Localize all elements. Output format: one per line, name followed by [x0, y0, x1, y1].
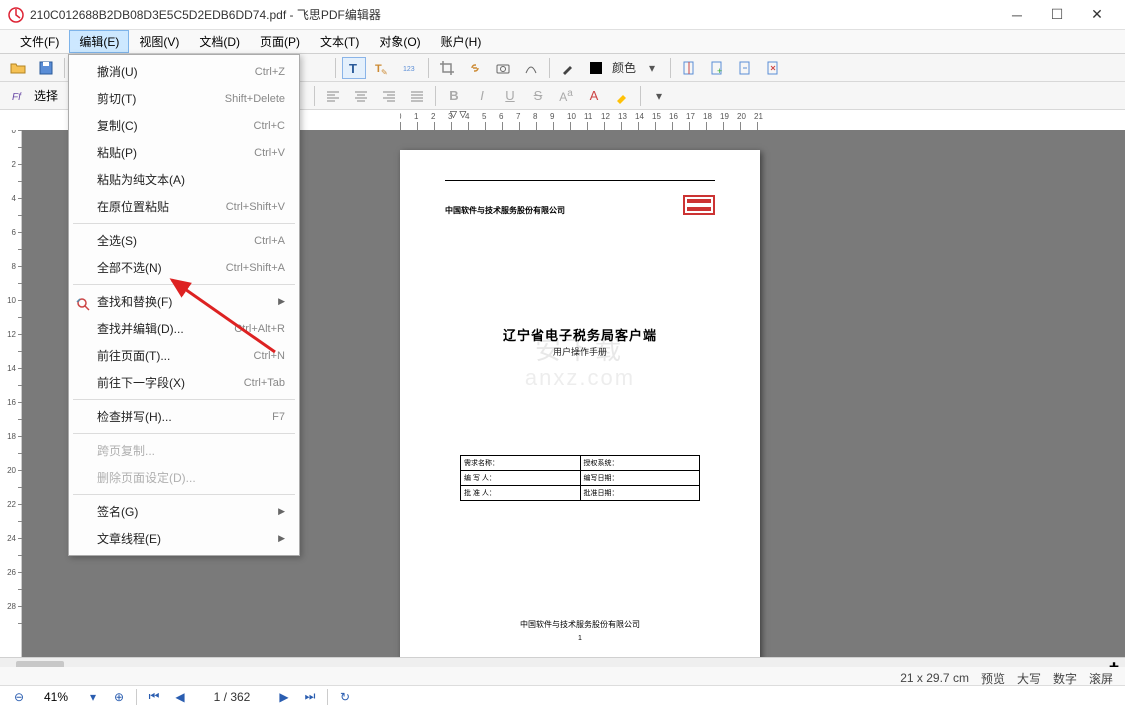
page-number: 1	[400, 635, 760, 642]
caps-label: 大写	[1017, 670, 1041, 687]
doc-subtitle: 用户操作手册	[400, 345, 760, 358]
menu-text[interactable]: 文本(T)	[310, 30, 369, 53]
font-format-icon[interactable]: Ff	[6, 85, 30, 107]
menu-delete-page-settings: 删除页面设定(D)...	[69, 464, 299, 491]
find-edit-icon	[75, 296, 93, 314]
menu-spellcheck[interactable]: 检查拼写(H)...F7	[69, 403, 299, 430]
prev-page-button[interactable]: ◀	[171, 690, 189, 704]
next-page-button[interactable]: ▶	[275, 690, 293, 704]
close-button[interactable]: ✕	[1077, 0, 1117, 30]
svg-text:T: T	[349, 61, 357, 76]
color-swatch[interactable]	[584, 57, 608, 79]
page-tool-1[interactable]	[677, 57, 701, 79]
nav-extra[interactable]: ↻	[336, 690, 354, 704]
strike-button[interactable]: S	[526, 85, 550, 107]
svg-text:123: 123	[403, 66, 415, 73]
maximize-button[interactable]: ☐	[1037, 0, 1077, 30]
zoom-value[interactable]: 41%	[36, 690, 76, 704]
menu-find-replace[interactable]: 查找和替换(F)▶	[69, 288, 299, 315]
menu-document[interactable]: 文档(D)	[189, 30, 250, 53]
window-title: 210C012688B2DB08D3E5C5D2EDB6DD74.pdf - 飞…	[30, 6, 997, 23]
company-header: 中国软件与技术服务股份有限公司	[445, 205, 565, 216]
menu-deselect-all[interactable]: 全部不选(N)Ctrl+Shift+A	[69, 254, 299, 281]
edit-dropdown: 撤消(U)Ctrl+Z 剪切(T)Shift+Delete 复制(C)Ctrl+…	[68, 54, 300, 556]
underline-button[interactable]: U	[498, 85, 522, 107]
menu-paste-plain[interactable]: 粘贴为纯文本(A)	[69, 166, 299, 193]
align-justify[interactable]	[405, 85, 429, 107]
menu-paste-inplace[interactable]: 在原位置粘贴Ctrl+Shift+V	[69, 193, 299, 220]
menu-article-thread[interactable]: 文章线程(E)▶	[69, 525, 299, 552]
more-1[interactable]: ▾	[647, 85, 671, 107]
company-footer: 中国软件与技术服务股份有限公司	[400, 619, 760, 630]
menu-object[interactable]: 对象(O)	[369, 30, 430, 53]
ruler-vertical: 0246810121416182022242628	[0, 130, 22, 657]
zoom-out-button[interactable]: ⊖	[10, 690, 28, 704]
align-left[interactable]	[321, 85, 345, 107]
menu-page[interactable]: 页面(P)	[250, 30, 310, 53]
text-tool[interactable]: T	[342, 57, 366, 79]
camera-tool[interactable]	[491, 57, 515, 79]
color-label: 颜色	[612, 59, 636, 76]
menu-copy[interactable]: 复制(C)Ctrl+C	[69, 112, 299, 139]
menu-file[interactable]: 文件(F)	[10, 30, 69, 53]
titlebar: 210C012688B2DB08D3E5C5D2EDB6DD74.pdf - 飞…	[0, 0, 1125, 30]
svg-text:✎: ✎	[381, 68, 388, 76]
superscript-button[interactable]: Aa	[554, 85, 578, 107]
bold-button[interactable]: B	[442, 85, 466, 107]
scroll-label: 滚屏	[1089, 670, 1113, 687]
num-label: 数字	[1053, 670, 1077, 687]
menu-goto-page[interactable]: 前往页面(T)...Ctrl+N	[69, 342, 299, 369]
measure-tool[interactable]	[519, 57, 543, 79]
menu-signature[interactable]: 签名(G)▶	[69, 498, 299, 525]
navbar: ⊖ 41% ▾ ⊕ ⏮ ◀ 1 / 362 ▶ ⏭ ↻	[0, 685, 1125, 707]
open-button[interactable]	[6, 57, 30, 79]
pen-tool[interactable]	[556, 57, 580, 79]
menu-view[interactable]: 视图(V)	[129, 30, 189, 53]
menu-find-edit[interactable]: 查找并编辑(D)...Ctrl+Alt+R	[69, 315, 299, 342]
menu-paste[interactable]: 粘贴(P)Ctrl+V	[69, 139, 299, 166]
first-page-button[interactable]: ⏮	[145, 689, 163, 704]
page-dimensions: 21 x 29.7 cm	[900, 671, 969, 685]
menu-cut[interactable]: 剪切(T)Shift+Delete	[69, 85, 299, 112]
menu-undo[interactable]: 撤消(U)Ctrl+Z	[69, 58, 299, 85]
menu-account[interactable]: 账户(H)	[431, 30, 492, 53]
svg-text:+: +	[717, 66, 722, 76]
app-icon	[8, 7, 24, 23]
last-page-button[interactable]: ⏭	[301, 689, 319, 704]
page-index[interactable]: 1 / 362	[197, 690, 267, 704]
link-tool[interactable]	[463, 57, 487, 79]
page-tool-3[interactable]	[733, 57, 757, 79]
stamp-icon	[683, 195, 715, 215]
page-tool-2[interactable]: +	[705, 57, 729, 79]
crop-tool[interactable]	[435, 57, 459, 79]
zoom-in-button[interactable]: ⊕	[110, 690, 128, 704]
zoom-dropdown[interactable]: ▾	[84, 690, 102, 704]
pdf-page[interactable]: 中国软件与技术服务股份有限公司 安下载 anxz.com 辽宁省电子税务局客户端…	[400, 150, 760, 657]
svg-text:Ff: Ff	[12, 92, 22, 103]
touchup-tool[interactable]: T✎	[370, 57, 394, 79]
menu-goto-next-field[interactable]: 前往下一字段(X)Ctrl+Tab	[69, 369, 299, 396]
menu-select-all[interactable]: 全选(S)Ctrl+A	[69, 227, 299, 254]
menu-edit[interactable]: 编辑(E)	[69, 30, 129, 53]
save-button[interactable]	[34, 57, 58, 79]
text-123-tool[interactable]: 123	[398, 57, 422, 79]
ruler-horizontal: ▽ ▽ 0123456789101112131415161718192021	[400, 110, 780, 130]
preview-label[interactable]: 预览	[981, 670, 1005, 687]
menu-cross-copy: 跨页复制...	[69, 437, 299, 464]
page-tool-4[interactable]	[761, 57, 785, 79]
doc-main-title: 辽宁省电子税务局客户端	[400, 325, 760, 344]
minimize-button[interactable]: ─	[997, 0, 1037, 30]
menubar: 文件(F) 编辑(E) 视图(V) 文档(D) 页面(P) 文本(T) 对象(O…	[0, 30, 1125, 54]
text-color-button[interactable]: A	[582, 85, 606, 107]
info-table: 需求名称：授权系统： 编 写 人：编写日期： 批 准 人：批准日期：	[460, 455, 700, 501]
highlight-button[interactable]	[610, 85, 634, 107]
align-center[interactable]	[349, 85, 373, 107]
color-dropdown[interactable]: ▾	[640, 57, 664, 79]
align-right[interactable]	[377, 85, 401, 107]
italic-button[interactable]: I	[470, 85, 494, 107]
